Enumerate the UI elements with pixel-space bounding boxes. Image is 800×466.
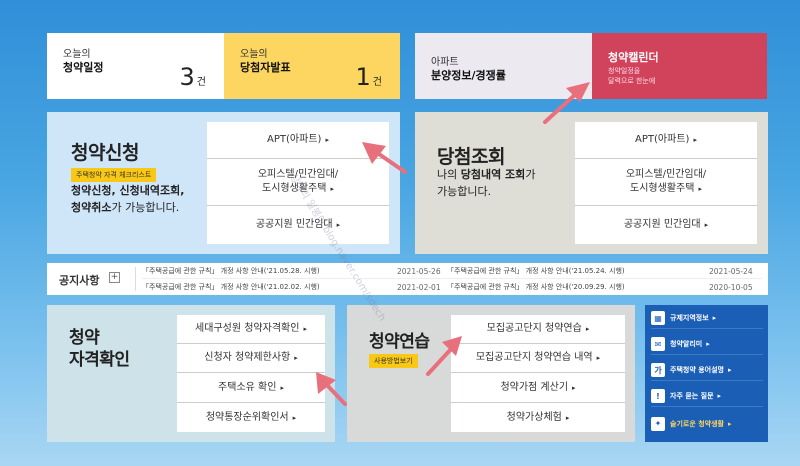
- calendar-title: 청약캘린더: [608, 51, 659, 64]
- result-menu-public-rental[interactable]: 공공지원 민간임대 ▸: [575, 206, 757, 244]
- apt-info-label: 분양정보/경쟁률: [431, 69, 506, 82]
- practice-menu-score-calculator[interactable]: 청약가점 계산기 ▸: [451, 373, 625, 403]
- notice-separator: [135, 267, 136, 291]
- quick-link-regulated-area[interactable]: ▦ 규제지역정보 ▸: [651, 308, 763, 329]
- notice-item-4[interactable]: 「주택공급에 관한 규칙」 개정 사항 안내('20.09.29. 시행): [447, 282, 625, 292]
- notice-date-3: 2021-02-01: [397, 283, 441, 292]
- notice-divider: [142, 278, 762, 279]
- calendar-subtitle: 청약일정을 달력으로 한눈에: [608, 67, 656, 85]
- result-panel: 당첨조회 나의 당첨내역 조회가 가능합니다. APT(아파트) ▸ 오피스텔/민…: [415, 112, 768, 254]
- quick-link-faq[interactable]: ! 자주 묻는 질문 ▸: [651, 386, 763, 407]
- apply-menu-public-rental[interactable]: 공공지원 민간임대 ▸: [207, 206, 389, 244]
- building-icon: ▦: [651, 311, 665, 325]
- practice-menu-virtual[interactable]: 청약가상체험 ▸: [451, 403, 625, 432]
- quick-link-glossary[interactable]: 가 주택청약 용어설명 ▸: [651, 360, 763, 381]
- today-schedule-card[interactable]: 오늘의 청약일정 3건: [47, 33, 224, 99]
- notice-item-3[interactable]: 「주택공급에 관한 규칙」 개정 사항 안내('21.02.02. 시행): [142, 282, 320, 292]
- notice-more-button[interactable]: +: [109, 272, 120, 283]
- today-schedule-label: 청약일정: [63, 61, 104, 74]
- apply-title: 청약신청: [71, 142, 139, 164]
- today-winner-count: 1건: [355, 63, 382, 91]
- apply-checklist-badge[interactable]: 주택청약 자격 체크리스트: [71, 168, 157, 182]
- today-schedule-count: 3건: [179, 63, 206, 91]
- qualification-menu: 세대구성원 청약자격확인 ▸ 신청자 청약제한사항 ▸ 주택소유 확인 ▸ 청약통장순…: [177, 315, 325, 432]
- apply-description: 청약신청, 신청내역조회, 청약취소가 가능합니다.: [71, 184, 185, 214]
- apt-info-card[interactable]: 아파트 분양정보/경쟁률: [415, 33, 592, 99]
- practice-panel: 청약연습 사용방법보기 모집공고단지 청약연습 ▸ 모집공고단지 청약연습 내역 ▸…: [347, 305, 635, 442]
- bulb-icon: ✦: [651, 416, 665, 431]
- result-title: 당첨조회: [437, 146, 505, 168]
- today-winner-label: 당첨자발표: [240, 61, 291, 74]
- practice-title: 청약연습: [369, 332, 430, 352]
- notice-item-1[interactable]: 「주택공급에 관한 규칙」 개정 사항 안내('21.05.28. 시행): [142, 266, 320, 276]
- notice-item-2[interactable]: 「주택공급에 관한 규칙」 개정 사항 안내('21.05.24. 시행): [447, 266, 625, 276]
- qualification-menu-ownership[interactable]: 주택소유 확인 ▸: [177, 373, 325, 403]
- practice-menu: 모집공고단지 청약연습 ▸ 모집공고단지 청약연습 내역 ▸ 청약가점 계산기 ▸ 청…: [451, 315, 625, 432]
- qualification-menu-restriction[interactable]: 신청자 청약제한사항 ▸: [177, 344, 325, 373]
- result-menu-apt[interactable]: APT(아파트) ▸: [575, 122, 757, 159]
- apt-info-small: 아파트: [431, 57, 459, 68]
- notice-title[interactable]: 공지사항: [59, 272, 99, 288]
- practice-howto-badge[interactable]: 사용방법보기: [369, 354, 418, 368]
- exclamation-icon: !: [651, 389, 665, 403]
- mail-icon: ✉: [651, 337, 665, 351]
- qualification-panel: 청약 자격확인 세대구성원 청약자격확인 ▸ 신청자 청약제한사항 ▸ 주택소유 확…: [47, 305, 335, 442]
- quick-link-notifier[interactable]: ✉ 청약알리미 ▸: [651, 334, 763, 355]
- practice-menu-complex[interactable]: 모집공고단지 청약연습 ▸: [451, 315, 625, 344]
- result-menu-officetel[interactable]: 오피스텔/민간임대/도시형생활주택 ▸: [575, 159, 757, 206]
- apply-panel: 청약신청 주택청약 자격 체크리스트 청약신청, 신청내역조회, 청약취소가 가…: [47, 112, 400, 254]
- result-menu: APT(아파트) ▸ 오피스텔/민간임대/도시형생활주택 ▸ 공공지원 민간임대 ▸: [575, 122, 757, 244]
- notice-date-1: 2021-05-26: [397, 267, 441, 276]
- qualification-menu-rank-certificate[interactable]: 청약통장순위확인서 ▸: [177, 403, 325, 432]
- today-winner-card[interactable]: 오늘의 당첨자발표 1건: [224, 33, 400, 99]
- apply-menu-apt[interactable]: APT(아파트) ▸: [207, 122, 389, 159]
- quick-link-smart-life[interactable]: ✦ 슬기로운 청약생활 ▸: [651, 413, 763, 434]
- notice-bar: 공지사항 + 「주택공급에 관한 규칙」 개정 사항 안내('21.05.28.…: [47, 263, 768, 295]
- ga-icon: 가: [651, 363, 665, 377]
- result-description: 나의 당첨내역 조회가 가능합니다.: [437, 168, 536, 198]
- calendar-card[interactable]: 청약캘린더 청약일정을 달력으로 한눈에: [592, 33, 767, 99]
- quick-links: ▦ 규제지역정보 ▸ ✉ 청약알리미 ▸ 가 주택청약 용어설명 ▸ ! 자주 묻는 …: [645, 305, 768, 442]
- qualification-title: 청약 자격확인: [69, 328, 130, 370]
- practice-menu-history[interactable]: 모집공고단지 청약연습 내역 ▸: [451, 344, 625, 373]
- notice-date-4: 2020-10-05: [709, 283, 753, 292]
- today-schedule-small: 오늘의: [63, 49, 91, 60]
- today-winner-small: 오늘의: [240, 49, 268, 60]
- notice-date-2: 2021-05-24: [709, 267, 753, 276]
- qualification-menu-household[interactable]: 세대구성원 청약자격확인 ▸: [177, 315, 325, 344]
